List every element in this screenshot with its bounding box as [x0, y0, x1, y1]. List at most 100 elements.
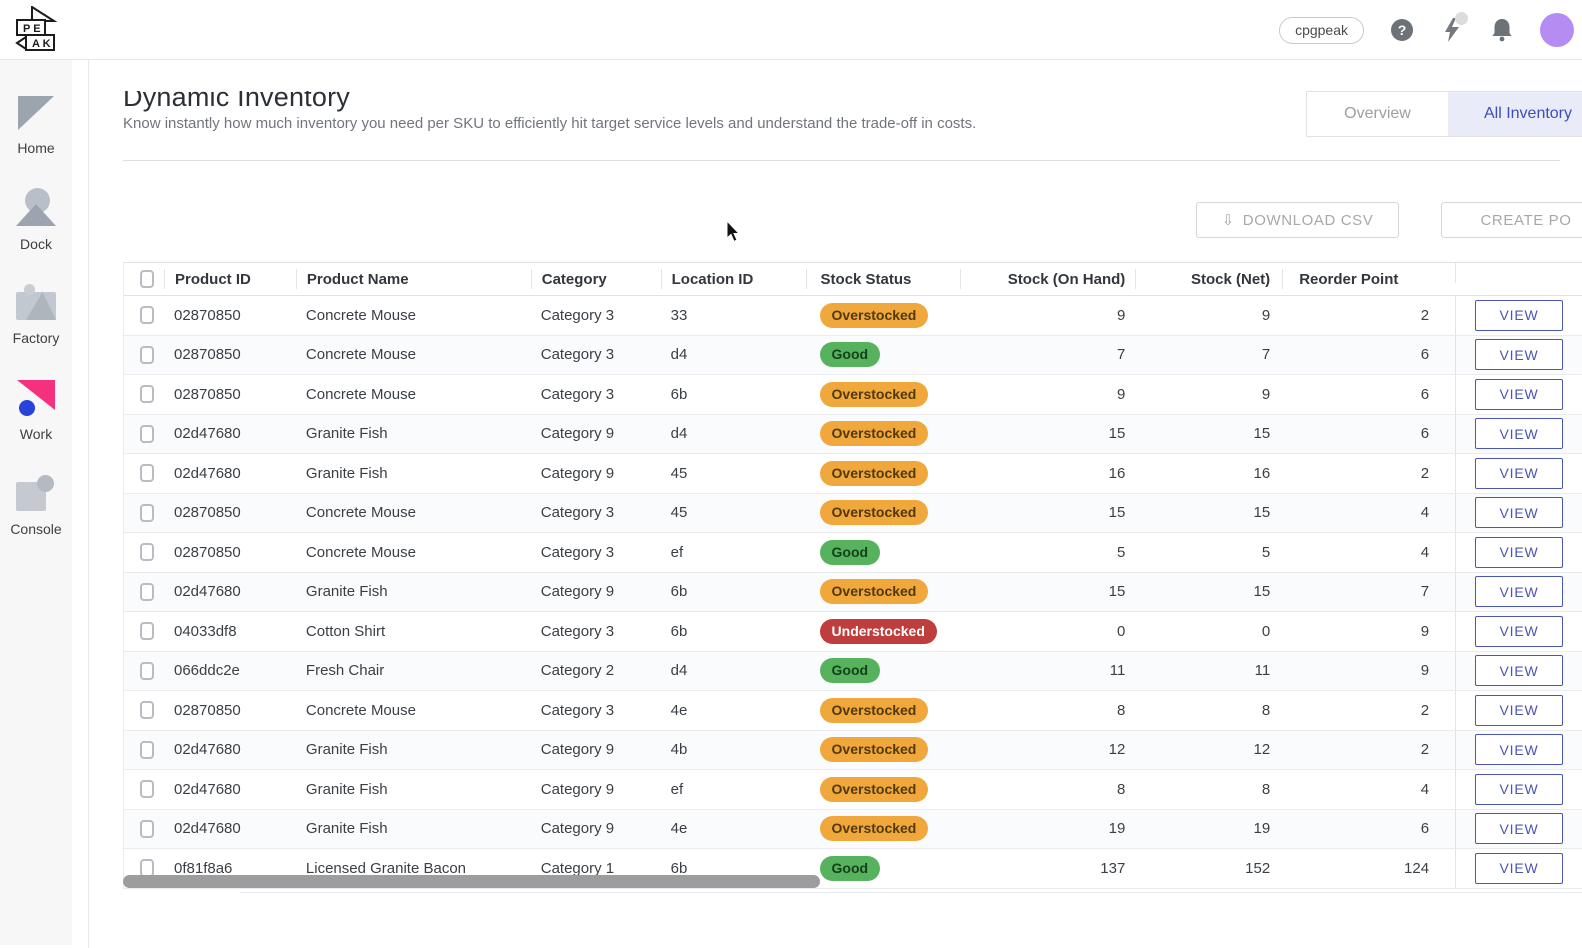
bell-icon	[1492, 19, 1512, 42]
cell-reorder-point: 9	[1420, 662, 1430, 680]
cell-stock-status: Good	[806, 849, 961, 888]
cell-stock-on-hand: 16	[1108, 464, 1126, 482]
cell-stock-net: 8	[1261, 780, 1271, 798]
view-button[interactable]: VIEW	[1475, 576, 1564, 608]
download-csv-button[interactable]: ⇩ DOWNLOAD CSV	[1196, 202, 1399, 238]
view-button[interactable]: VIEW	[1475, 694, 1564, 726]
row-checkbox[interactable]	[140, 661, 154, 680]
row-checkbox[interactable]	[140, 464, 154, 483]
sidebar-item-label: Factory	[12, 330, 60, 346]
account-badge[interactable]: cpgpeak	[1279, 16, 1364, 44]
page-subtitle: Know instantly how much inventory you ne…	[123, 115, 977, 132]
view-button[interactable]: VIEW	[1475, 852, 1564, 884]
col-header-reorder-point[interactable]: Reorder Point	[1282, 269, 1455, 289]
cell-stock-status: Overstocked	[806, 770, 961, 809]
tab-all-inventory[interactable]: All Inventory	[1448, 92, 1582, 136]
row-checkbox[interactable]	[140, 701, 154, 720]
row-checkbox[interactable]	[140, 424, 154, 443]
cell-actions: VIEW	[1455, 493, 1582, 532]
status-badge: Good	[819, 855, 881, 881]
cell-location-id: ef	[670, 780, 684, 798]
cell-actions: VIEW	[1455, 375, 1582, 414]
table-bottom-edge	[240, 892, 1582, 893]
cell-stock-net: 0	[1261, 622, 1271, 640]
col-header-stock-net[interactable]: Stock (Net)	[1135, 269, 1282, 289]
col-header-category[interactable]: Category	[530, 269, 661, 289]
col-header-stock-status[interactable]: Stock Status	[805, 269, 961, 289]
cell-actions: VIEW	[1455, 296, 1582, 335]
cell-stock-net: 15	[1253, 504, 1271, 522]
view-button[interactable]: VIEW	[1475, 655, 1564, 687]
row-checkbox[interactable]	[140, 345, 154, 364]
view-button[interactable]: VIEW	[1475, 457, 1564, 489]
notifications-button[interactable]	[1490, 18, 1514, 42]
work-icon	[17, 380, 55, 416]
row-checkbox[interactable]	[140, 622, 154, 641]
row-checkbox[interactable]	[140, 503, 154, 522]
cell-product-name: Fresh Chair	[305, 662, 385, 680]
create-po-button[interactable]: CREATE PO	[1441, 202, 1582, 238]
view-button[interactable]: VIEW	[1475, 299, 1564, 331]
row-checkbox[interactable]	[140, 385, 154, 404]
cell-stock-on-hand: 19	[1108, 820, 1126, 838]
cell-stock-net: 9	[1261, 385, 1271, 403]
row-checkbox[interactable]	[140, 543, 154, 562]
table-row: 02870850 Concrete Mouse Category 3 d4 Good 7 7…	[124, 335, 1582, 375]
cell-product-name: Concrete Mouse	[305, 701, 416, 719]
view-button[interactable]: VIEW	[1475, 773, 1564, 805]
cell-product-name: Concrete Mouse	[305, 543, 416, 561]
status-badge: Overstocked	[819, 737, 929, 763]
status-badge: Overstocked	[819, 460, 929, 486]
view-button[interactable]: VIEW	[1475, 418, 1564, 450]
user-avatar[interactable]	[1540, 13, 1574, 47]
view-button[interactable]: VIEW	[1475, 497, 1564, 529]
activity-button[interactable]	[1440, 12, 1468, 42]
cell-category: Category 3	[540, 701, 615, 719]
cell-location-id: 6b	[670, 385, 688, 403]
header-divider	[123, 160, 1560, 161]
col-header-product-name[interactable]: Product Name	[295, 269, 531, 289]
row-checkbox[interactable]	[140, 740, 154, 759]
sidebar-item-work[interactable]: Work	[0, 380, 72, 442]
cell-product-id: 02870850	[174, 385, 241, 403]
view-button[interactable]: VIEW	[1475, 339, 1564, 371]
horizontal-scrollbar[interactable]	[123, 875, 820, 888]
cell-reorder-point: 2	[1420, 701, 1430, 719]
cell-product-name: Granite Fish	[305, 780, 388, 798]
view-button[interactable]: VIEW	[1475, 536, 1564, 568]
cell-stock-status: Overstocked	[806, 415, 961, 454]
table-actions: ⇩ DOWNLOAD CSV CREATE PO	[0, 202, 1582, 238]
cell-stock-status: Overstocked	[806, 691, 961, 730]
cell-actions: VIEW	[1455, 612, 1582, 651]
factory-icon	[16, 284, 56, 320]
view-button[interactable]: VIEW	[1475, 615, 1564, 647]
cell-category: Category 2	[540, 662, 615, 680]
help-button[interactable]: ?	[1390, 18, 1414, 42]
cell-location-id: d4	[670, 425, 688, 443]
row-checkbox[interactable]	[140, 306, 154, 325]
row-checkbox[interactable]	[140, 819, 154, 838]
col-header-product-id[interactable]: Product ID	[164, 269, 296, 289]
cell-reorder-point: 6	[1420, 385, 1430, 403]
view-button[interactable]: VIEW	[1475, 734, 1564, 766]
tab-overview[interactable]: Overview	[1307, 92, 1448, 136]
select-all-checkbox[interactable]	[140, 270, 154, 288]
sidebar-item-factory[interactable]: Factory	[0, 284, 72, 346]
row-checkbox[interactable]	[140, 582, 154, 601]
sidebar-item-console[interactable]: Console	[0, 475, 72, 537]
cell-product-name: Granite Fish	[305, 425, 388, 443]
peak-logo-icon[interactable]: P E A K	[13, 6, 59, 54]
cell-stock-on-hand: 5	[1116, 543, 1126, 561]
inventory-table: Product ID Product Name Category Locatio…	[123, 262, 1582, 889]
cell-product-name: Granite Fish	[305, 583, 388, 601]
col-header-location-id[interactable]: Location ID	[660, 269, 806, 289]
table-row: 02d47680 Granite Fish Category 9 d4 Overstoc…	[124, 414, 1582, 454]
col-header-stock-on-hand[interactable]: Stock (On Hand)	[960, 269, 1135, 289]
cell-reorder-point: 4	[1420, 780, 1430, 798]
cell-category: Category 9	[540, 780, 615, 798]
view-button[interactable]: VIEW	[1475, 378, 1564, 410]
table-row: 02d47680 Granite Fish Category 9 ef Overstoc…	[124, 770, 1582, 810]
row-checkbox[interactable]	[140, 780, 154, 799]
sidebar-item-home[interactable]: Home	[0, 96, 72, 156]
view-button[interactable]: VIEW	[1475, 813, 1564, 845]
